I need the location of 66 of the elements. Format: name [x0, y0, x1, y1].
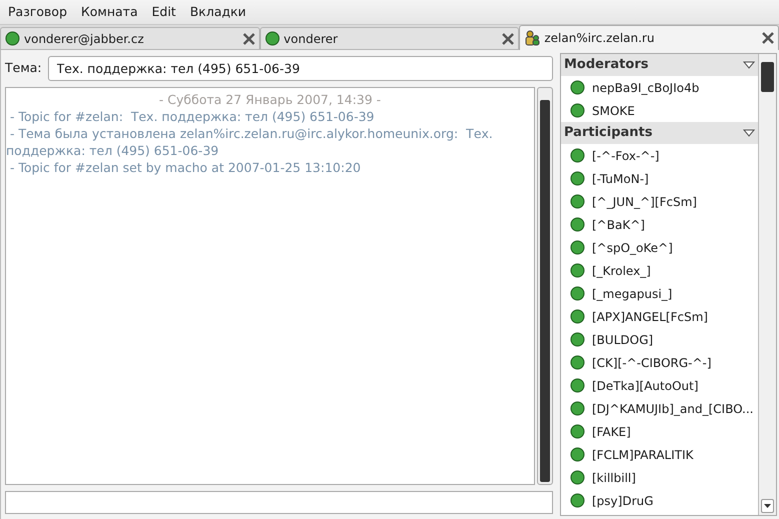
- participant-name[interactable]: [^BaK^]: [592, 216, 645, 234]
- participant-name[interactable]: [CK][-^-CIBORG-^-]: [592, 354, 712, 372]
- message-input[interactable]: [5, 491, 553, 514]
- status-icon: [570, 286, 585, 301]
- status-icon: [570, 263, 585, 278]
- status-icon: [5, 31, 20, 46]
- scrollbar[interactable]: [537, 87, 553, 485]
- status-icon: [570, 80, 585, 95]
- participant-name[interactable]: nepBa9I_cBoJIo4b: [592, 78, 700, 96]
- participant-name[interactable]: [_Krolex_]: [592, 262, 651, 280]
- tab[interactable]: vonderer@jabber.cz: [0, 27, 260, 50]
- participant-name[interactable]: [DeTka][AutoOut]: [592, 376, 698, 394]
- status-icon: [570, 194, 585, 209]
- participant-name[interactable]: [-^-Fox-^-]: [592, 146, 660, 164]
- participant-name[interactable]: [FAKE]: [592, 422, 631, 440]
- participant-name[interactable]: [killbill]: [592, 468, 636, 486]
- status-icon: [570, 309, 585, 324]
- status-icon: [570, 424, 585, 439]
- status-icon: [264, 31, 280, 46]
- scroll-down-button[interactable]: [761, 499, 774, 513]
- participant-name[interactable]: [psy]DruG: [592, 492, 654, 510]
- close-icon[interactable]: [242, 32, 255, 44]
- status-icon: [570, 171, 585, 186]
- menu-item[interactable]: Вкладки: [190, 2, 246, 22]
- participant-name[interactable]: [BULDOG]: [592, 330, 654, 348]
- system-message: - Topic for #zelan set by macho at 2007-01-25 13:10:20: [8, 159, 362, 176]
- status-icon: [570, 470, 585, 485]
- participant-name[interactable]: [^spO_oKe^]: [592, 238, 673, 256]
- status-icon: [570, 217, 585, 232]
- scrollbar[interactable]: [759, 54, 776, 515]
- participant-name[interactable]: [APX]ANGEL[FcSm]: [592, 308, 708, 326]
- tab[interactable]: zelan%irc.zelan.ru: [519, 25, 779, 50]
- people-icon: [524, 30, 540, 46]
- status-icon: [570, 355, 585, 370]
- status-icon: [570, 401, 585, 416]
- group-name: Moderators: [564, 56, 648, 74]
- group-header[interactable]: Participants: [561, 122, 758, 144]
- participant-name[interactable]: SMOKE: [592, 102, 635, 120]
- status-icon: [570, 240, 585, 255]
- status-icon: [570, 378, 585, 393]
- group-name: Participants: [564, 124, 652, 142]
- topic-field[interactable]: Тех. поддержка: тел (495) 651-06-39: [48, 56, 553, 80]
- topic-label: Тема:: [5, 58, 42, 77]
- scroll-thumb[interactable]: [761, 62, 774, 92]
- scroll-thumb[interactable]: [540, 100, 550, 482]
- close-icon[interactable]: [502, 32, 514, 44]
- system-message: - Тема была установлена zelan%irc.zelan.ru@irc.alykor.homeunix.org: Тех. поддержка: тел (495) 651-06-39: [6, 125, 494, 159]
- system-message: - Topic for #zelan: Тех. поддержка: тел (495) 651-06-39: [8, 108, 376, 125]
- participant-name[interactable]: [DJ^KAMUJIb]_and_[CIBO...: [592, 400, 754, 418]
- participant-name[interactable]: [-TuMoN-]: [592, 170, 649, 188]
- status-icon: [570, 332, 585, 347]
- status-icon: [570, 493, 585, 508]
- close-icon[interactable]: [762, 32, 774, 44]
- status-icon: [570, 148, 585, 163]
- menu-item[interactable]: Разговор: [8, 2, 68, 22]
- caret-icon: [764, 504, 771, 508]
- tab[interactable]: vonderer: [260, 27, 520, 50]
- status-icon: [570, 447, 585, 462]
- participant-name[interactable]: [_megapusi_]: [592, 284, 672, 302]
- date-line: - Суббота 27 Январь 2007, 14:39 -: [158, 91, 382, 108]
- participant-name[interactable]: [FCLM]PARALITIK: [592, 446, 694, 464]
- participant-name[interactable]: [^_JUN_^][FcSm]: [592, 192, 697, 210]
- menu-item[interactable]: Edit: [152, 2, 176, 22]
- menu-item[interactable]: Комната: [81, 2, 138, 22]
- group-header[interactable]: Moderators: [561, 54, 758, 76]
- status-icon: [570, 103, 585, 118]
